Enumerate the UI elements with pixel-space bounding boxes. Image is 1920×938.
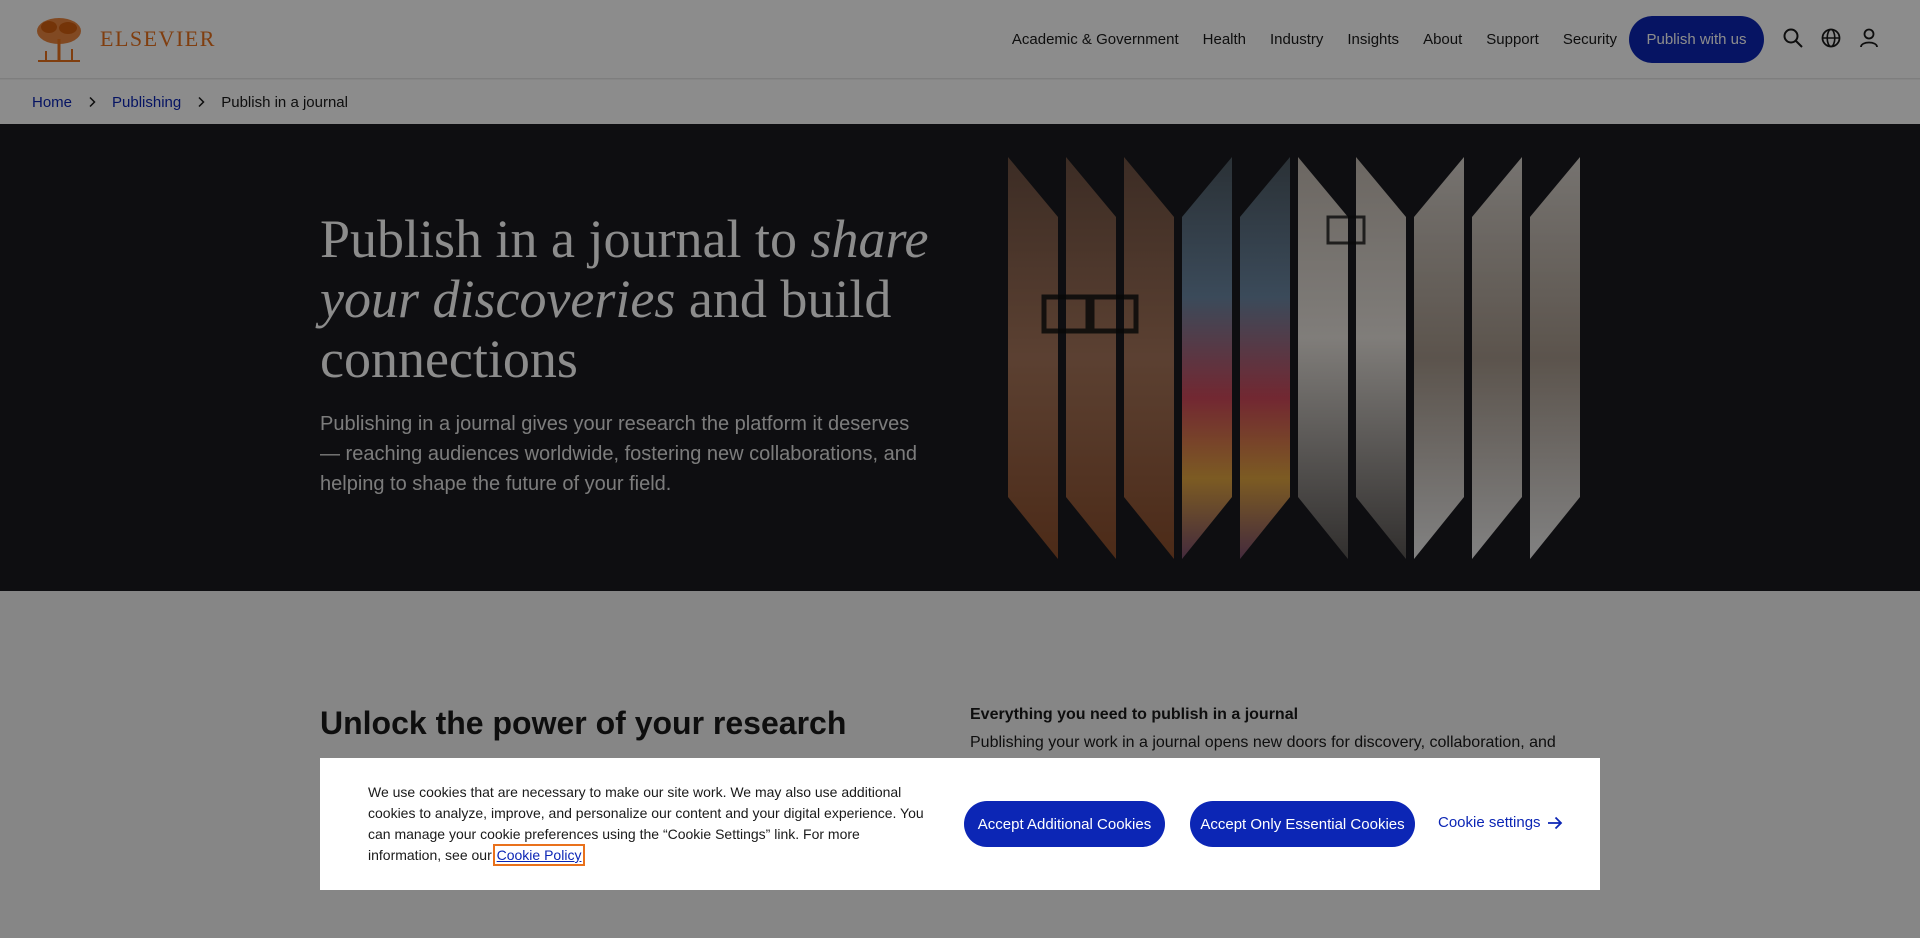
cookie-message: We use cookies that are necessary to mak… — [368, 784, 924, 863]
cookie-banner: We use cookies that are necessary to mak… — [320, 758, 1600, 890]
cookie-policy-link[interactable]: Cookie Policy — [492, 844, 586, 866]
arrow-right-icon — [1547, 816, 1562, 829]
cookie-settings-label: Cookie settings — [1438, 814, 1541, 831]
cookie-text: We use cookies that are necessary to mak… — [368, 782, 928, 866]
cookie-settings-link[interactable]: Cookie settings — [1438, 814, 1563, 831]
accept-essential-cookies-button[interactable]: Accept Only Essential Cookies — [1190, 801, 1415, 847]
accept-additional-cookies-button[interactable]: Accept Additional Cookies — [964, 801, 1165, 847]
